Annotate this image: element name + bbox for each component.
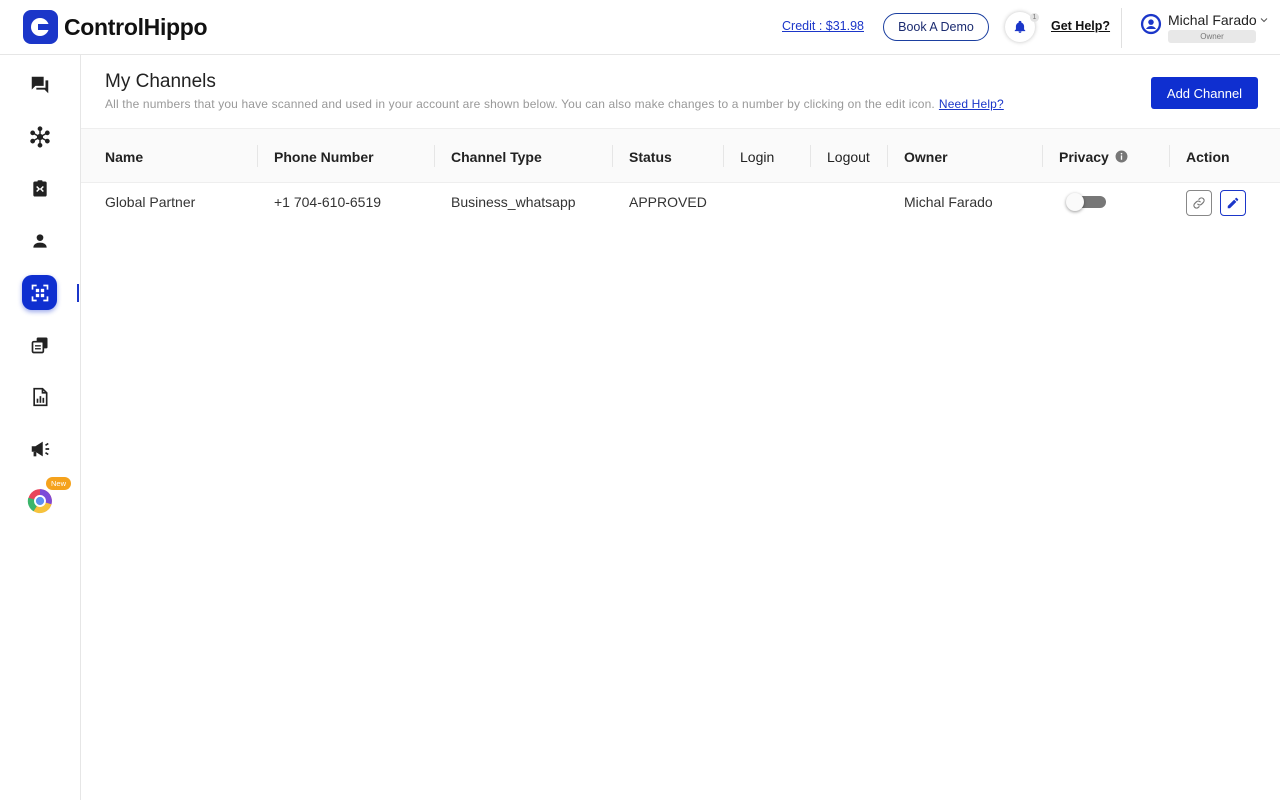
cell-name: Global Partner [105,194,196,210]
top-header: ControlHippo Credit : $31.98 Book A Demo… [0,0,1280,55]
broadcast-icon [31,441,49,456]
column-divider [434,145,435,167]
column-divider [257,145,258,167]
chat-icon [31,76,48,93]
link-icon [1193,197,1205,209]
column-divider [810,145,811,167]
column-header-privacy-label: Privacy [1059,148,1109,165]
column-divider [723,145,724,167]
user-menu[interactable]: Michal Farado Owner [1140,10,1275,46]
book-demo-button[interactable]: Book A Demo [883,13,989,41]
cell-channel-type: Business_whatsapp [451,194,576,210]
privacy-toggle[interactable] [1066,193,1108,211]
user-name: Michal Farado [1168,12,1257,28]
column-header-channel-type[interactable]: Channel Type [451,129,542,184]
page-subtitle-text: All the numbers that you have scanned an… [105,97,935,111]
column-header-action[interactable]: Action [1186,129,1230,184]
active-nav-indicator [77,284,79,302]
column-header-logout[interactable]: Logout [827,129,870,184]
sidebar-item-users[interactable] [22,223,57,258]
column-header-name[interactable]: Name [105,129,143,184]
column-header-owner[interactable]: Owner [904,129,948,184]
column-divider [1042,145,1043,167]
logo[interactable]: ControlHippo [23,10,208,44]
main-content: My Channels All the numbers that you hav… [81,55,1280,800]
sidebar: New [0,55,81,800]
cell-owner: Michal Farado [904,194,993,210]
privacy-toggle-knob [1066,193,1084,211]
cell-phone: +1 704-610-6519 [274,194,382,210]
sidebar-item-channels[interactable] [22,275,57,310]
header-divider [1121,8,1122,48]
sidebar-item-broadcast[interactable] [22,431,57,466]
column-header-phone[interactable]: Phone Number [274,129,374,184]
column-divider [887,145,888,167]
user-icon [32,233,47,248]
sidebar-item-reports[interactable] [22,379,57,414]
chevron-down-icon [1260,18,1268,23]
column-header-login[interactable]: Login [740,129,774,184]
sidebar-item-templates[interactable] [22,327,57,362]
qr-scan-icon [31,284,48,301]
cell-status: APPROVED [629,194,707,210]
column-header-privacy[interactable]: Privacy [1059,129,1128,184]
user-avatar-icon [1140,13,1162,35]
user-role-badge: Owner [1168,30,1256,43]
table-header: Name Phone Number Channel Type Status Lo… [81,128,1280,183]
page-subtitle: All the numbers that you have scanned an… [105,97,1004,111]
integrations-icon [29,125,50,148]
page-title: My Channels [105,71,216,92]
column-divider [1169,145,1170,167]
bell-icon [1014,20,1026,33]
add-channel-button[interactable]: Add Channel [1151,77,1258,109]
logo-text: ControlHippo [64,13,208,40]
column-divider [612,145,613,167]
sidebar-item-integrations[interactable] [22,119,57,154]
chrome-extension-icon [27,488,52,513]
notification-count-badge: 1 [1030,13,1039,22]
logo-mark-icon [23,10,58,44]
reports-icon [32,387,47,406]
table-row: Global Partner +1 704-610-6519 Business_… [81,183,1280,221]
contacts-card-icon [32,179,47,196]
column-header-status[interactable]: Status [629,129,672,184]
credit-link[interactable]: Credit : $31.98 [782,19,864,33]
need-help-link[interactable]: Need Help? [939,97,1004,111]
pencil-icon [1227,197,1239,209]
info-icon[interactable] [1115,150,1128,163]
copy-link-button[interactable] [1186,190,1212,216]
templates-icon [31,337,47,353]
get-help-link[interactable]: Get Help? [1051,19,1110,33]
sidebar-item-contacts[interactable] [22,171,57,206]
new-badge: New [46,477,71,490]
sidebar-item-chats[interactable] [22,67,57,102]
edit-channel-button[interactable] [1220,190,1246,216]
